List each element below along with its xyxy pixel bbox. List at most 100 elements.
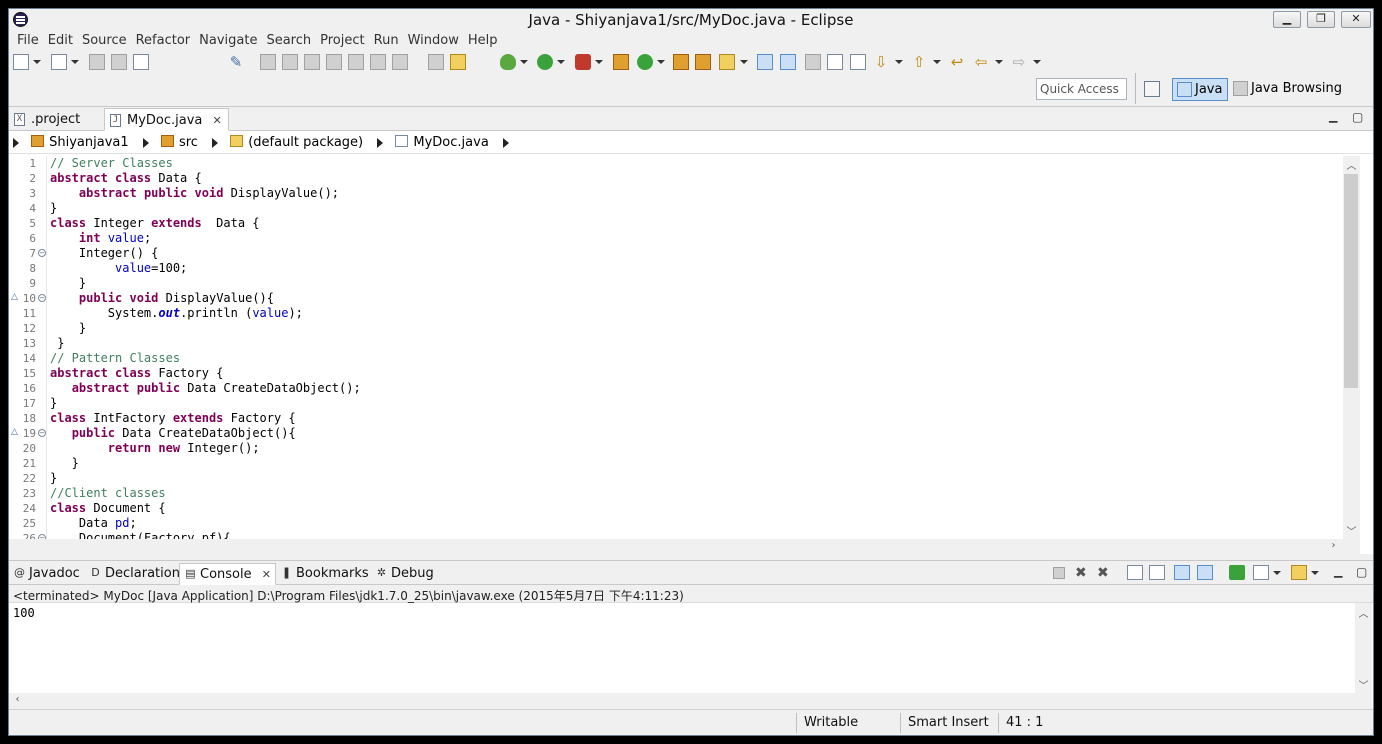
tab-bookmarks[interactable]: ❚ Bookmarks [276,563,373,585]
code-editor[interactable]: 1 2 3 4 5 6 7−8 9 10− △ 11 12 13 14 15 16 17 18 19− △ 20 21 22… [9,156,1343,539]
code-line[interactable]: int value; [50,231,361,246]
drop-to-frame-icon[interactable] [428,54,444,70]
breadcrumb-arrow-icon[interactable] [142,137,149,148]
code-line[interactable]: class Integer extends Data { [50,216,361,231]
new-project-icon[interactable] [51,54,67,70]
code-line[interactable]: } [50,276,361,291]
code-line[interactable]: return new Integer(); [50,441,361,456]
external-tools-dropdown-icon[interactable] [595,60,603,64]
show-paragraph-icon[interactable] [850,54,866,70]
quick-access-input[interactable]: Quick Access [1036,78,1127,100]
code-line[interactable]: Document(Factory pf){ [50,531,361,539]
new-java-project-icon[interactable] [613,54,629,70]
last-edit-location-icon[interactable]: ↩ [949,54,965,70]
scroll-down-icon[interactable]: ﹀ [1343,523,1360,538]
code-line[interactable]: } [50,201,361,216]
minimize-console-icon[interactable]: ▁ [1334,565,1342,578]
console-scroll-down-icon[interactable]: ﹀ [1355,677,1372,692]
tab-javadoc[interactable]: @ Javadoc [9,563,84,585]
code-line[interactable]: } [50,456,361,471]
search-icon[interactable] [719,54,735,70]
maximize-button[interactable]: ❐ [1307,11,1335,28]
resume-icon[interactable] [260,54,276,70]
console-scroll-left-icon[interactable]: ‹ [9,694,26,705]
fold-toggle-icon[interactable]: − [38,429,46,437]
print-icon[interactable] [133,54,149,70]
maximize-console-icon[interactable]: ▢ [1356,565,1367,579]
editor-scroll-thumb[interactable] [1344,174,1358,388]
menu-file[interactable]: File [13,31,44,51]
menu-navigate[interactable]: Navigate [195,31,262,51]
search-dropdown-icon[interactable] [740,60,748,64]
forward-dropdown-icon[interactable] [1033,60,1041,64]
breadcrumb-src[interactable]: src [160,135,198,150]
tab-project[interactable]: X .project [9,108,86,131]
new-dropdown-icon[interactable] [33,60,41,64]
menu-refactor[interactable]: Refactor [132,31,196,51]
remove-all-launches-icon[interactable]: ✖ [1097,565,1113,581]
toggle-block-selection-icon[interactable] [780,54,796,70]
step-into-icon[interactable] [348,54,364,70]
debug-dropdown-icon[interactable] [520,60,528,64]
console-horizontal-scrollbar[interactable]: ‹ [9,693,1372,709]
menu-project[interactable]: Project [316,31,369,51]
skip-breakpoints-icon[interactable]: ✎ [228,54,244,70]
breadcrumb-package[interactable]: (default package) [230,135,363,150]
previous-annotation-dropdown-icon[interactable] [933,60,941,64]
forward-icon[interactable]: ⇨ [1011,54,1027,70]
step-return-icon[interactable] [392,54,408,70]
menu-run[interactable]: Run [370,31,404,51]
previous-annotation-icon[interactable]: ⇧ [911,54,927,70]
code-line[interactable]: public Data CreateDataObject(){ [50,426,361,441]
code-line[interactable]: abstract public Data CreateDataObject(); [50,381,361,396]
code-line[interactable]: Integer() { [50,246,361,261]
code-line[interactable]: System.out.println (value); [50,306,361,321]
breadcrumb-arrow-icon[interactable] [377,137,384,148]
breadcrumb-arrow-icon[interactable] [212,137,219,148]
editor-horizontal-scrollbar[interactable]: › [9,539,1360,555]
open-task-icon[interactable] [695,54,711,70]
code-line[interactable]: class IntFactory extends Factory { [50,411,361,426]
disconnect-icon[interactable] [326,54,342,70]
step-over-icon[interactable] [370,54,386,70]
terminate-icon[interactable] [304,54,320,70]
console-scroll-up-icon[interactable]: ︿ [1355,605,1372,620]
code-line[interactable]: Data pd; [50,516,361,531]
run-icon[interactable] [537,54,553,70]
minimize-button[interactable]: ▁ [1273,11,1301,28]
code-line[interactable]: abstract class Data { [50,171,361,186]
toggle-breadcrumb-icon[interactable] [827,54,843,70]
tab-console[interactable]: ▤ Console ✕ [179,563,276,585]
code-text[interactable]: // Server Classes abstract class Data { a… [50,156,361,539]
clear-console-icon[interactable] [1127,565,1143,580]
menu-window[interactable]: Window [404,31,464,51]
show-on-stderr-icon[interactable] [1197,565,1213,580]
minimize-editor-icon[interactable]: ▁ [1329,110,1337,123]
scroll-lock-icon[interactable] [1149,565,1165,580]
code-line[interactable]: abstract class Factory { [50,366,361,381]
back-dropdown-icon[interactable] [995,60,1003,64]
tab-mydoc-java[interactable]: J MyDoc.java ✕ [104,108,229,131]
show-whitespace-icon[interactable] [805,54,821,70]
next-annotation-icon[interactable]: ⇩ [873,54,889,70]
new-class-dropdown-icon[interactable] [657,60,665,64]
scroll-up-icon[interactable]: ︿ [1343,157,1360,172]
close-console-tab-icon[interactable]: ✕ [262,568,271,581]
pin-console-icon[interactable] [1229,565,1245,580]
console-output[interactable]: 100 [13,606,35,620]
open-console-icon[interactable] [1291,565,1307,580]
save-icon[interactable] [89,54,105,70]
tab-debug[interactable]: ✲ Debug [371,563,438,585]
code-line[interactable]: // Server Classes [50,156,361,171]
code-line[interactable]: } [50,471,361,486]
java-perspective-button[interactable]: Java [1172,78,1228,101]
new-java-class-icon[interactable] [637,54,653,70]
close-tab-icon[interactable]: ✕ [213,114,222,127]
override-marker-icon[interactable]: △ [11,427,18,437]
remove-launch-icon[interactable]: ✖ [1075,565,1091,581]
save-all-icon[interactable] [111,54,127,70]
menu-source[interactable]: Source [78,31,132,51]
breadcrumb-arrow-icon[interactable] [13,137,19,148]
back-icon[interactable]: ⇦ [973,54,989,70]
breadcrumb-file[interactable]: MyDoc.java [395,135,489,150]
